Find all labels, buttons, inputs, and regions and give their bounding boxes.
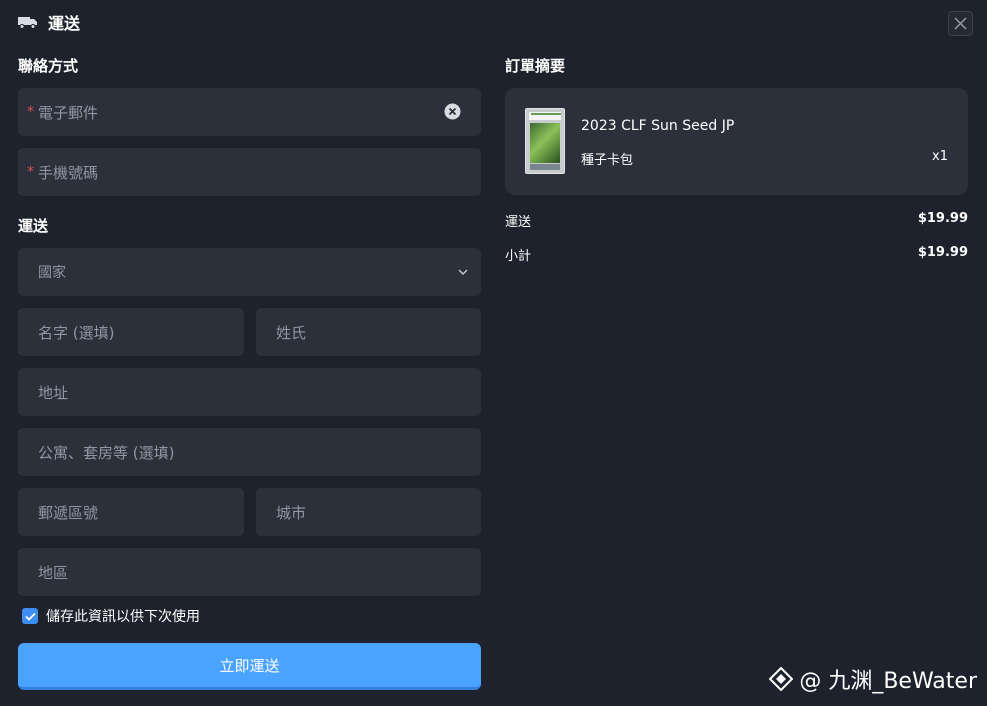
region-field[interactable]: 地區 bbox=[18, 548, 481, 596]
last-name-field[interactable]: 姓氏 bbox=[256, 308, 481, 356]
phone-field[interactable]: * 手機號碼 bbox=[18, 148, 481, 196]
email-field[interactable]: * 電子郵件 bbox=[18, 88, 481, 136]
region-placeholder: 地區 bbox=[38, 563, 69, 582]
subtotal-label: 小計 bbox=[505, 249, 532, 264]
clear-icon[interactable] bbox=[444, 103, 461, 120]
country-value: 國家 bbox=[38, 265, 66, 281]
subtotal-row: 小計 $19.99 bbox=[505, 245, 968, 264]
subtotal-amount: $19.99 bbox=[917, 245, 968, 260]
shipping-cost-label: 運送 bbox=[505, 215, 532, 230]
save-info-row: 儲存此資訊以供下次使用 bbox=[22, 606, 200, 626]
required-mark: * bbox=[27, 164, 34, 180]
email-placeholder: 電子郵件 bbox=[38, 103, 99, 122]
watermark: @ 九渊_BeWater bbox=[769, 663, 977, 695]
watermark-text: @ 九渊_BeWater bbox=[799, 669, 977, 694]
address-field[interactable]: 地址 bbox=[18, 368, 481, 416]
save-info-checkbox[interactable] bbox=[22, 608, 38, 624]
product-thumbnail bbox=[525, 108, 565, 174]
country-select[interactable]: 國家 bbox=[18, 248, 481, 296]
order-item-card: 2023 CLF Sun Seed JP 種子卡包 x1 bbox=[505, 88, 968, 195]
contact-section-title: 聯絡方式 bbox=[18, 57, 79, 75]
shipping-cost-row: 運送 $19.99 bbox=[505, 211, 968, 230]
ship-now-button[interactable]: 立即運送 bbox=[18, 643, 481, 690]
truck-icon bbox=[18, 17, 37, 29]
required-mark: * bbox=[27, 104, 34, 120]
close-button[interactable] bbox=[948, 11, 973, 36]
city-field[interactable]: 城市 bbox=[256, 488, 481, 536]
apartment-field[interactable]: 公寓、套房等 (選填) bbox=[18, 428, 481, 476]
item-name: 2023 CLF Sun Seed JP bbox=[581, 118, 735, 134]
apartment-placeholder: 公寓、套房等 (選填) bbox=[38, 443, 175, 462]
chevron-down-icon bbox=[458, 269, 468, 275]
dialog-title: 運送 bbox=[48, 14, 81, 33]
checkmark-icon bbox=[24, 612, 36, 621]
item-subtitle: 種子卡包 bbox=[581, 153, 634, 168]
city-placeholder: 城市 bbox=[276, 503, 307, 522]
shipping-cost-amount: $19.99 bbox=[917, 211, 968, 226]
shipping-section-title: 運送 bbox=[18, 217, 49, 235]
dialog-header: 運送 bbox=[18, 11, 80, 33]
item-quantity: x1 bbox=[932, 149, 948, 164]
last-name-placeholder: 姓氏 bbox=[276, 323, 307, 342]
order-summary-title: 訂單摘要 bbox=[505, 57, 566, 75]
address-placeholder: 地址 bbox=[38, 383, 69, 402]
save-info-label: 儲存此資訊以供下次使用 bbox=[46, 609, 200, 625]
postal-code-placeholder: 郵遞區號 bbox=[38, 503, 99, 522]
phone-placeholder: 手機號碼 bbox=[38, 163, 99, 182]
diamond-logo-icon bbox=[769, 667, 794, 691]
close-icon bbox=[954, 17, 967, 30]
first-name-placeholder: 名字 (選填) bbox=[38, 323, 115, 342]
first-name-field[interactable]: 名字 (選填) bbox=[18, 308, 244, 356]
postal-code-field[interactable]: 郵遞區號 bbox=[18, 488, 244, 536]
